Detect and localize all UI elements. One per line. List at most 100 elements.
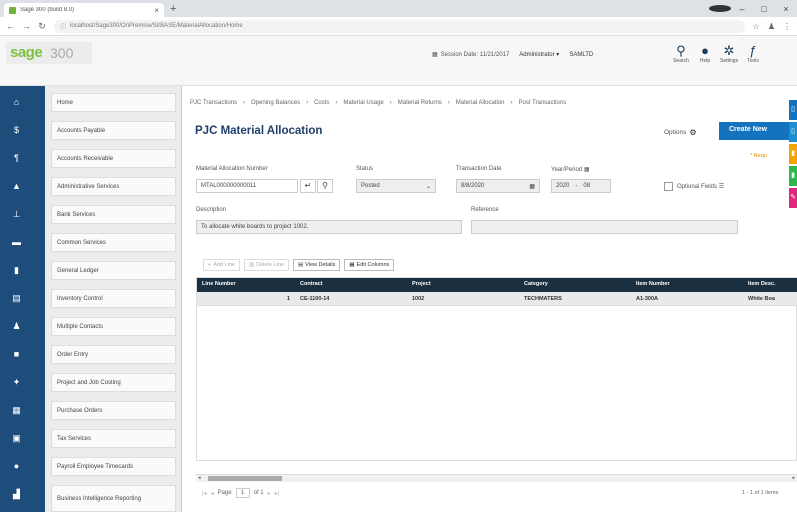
tax-icon[interactable]: ▣ (12, 434, 21, 443)
header-icon-label: Help (699, 58, 711, 64)
sidebar-item-business-intelligence-reporting[interactable]: Business Intelligence Reporting (51, 485, 176, 512)
edit-columns-button[interactable]: ▦ Edit Columns (344, 259, 395, 271)
right-tab-blue-1[interactable]: ▯ (789, 100, 797, 120)
breadcrumb-link[interactable]: PJC Transactions (190, 100, 237, 106)
breadcrumb-link[interactable]: Material Returns (398, 100, 442, 106)
table-row[interactable]: 1 CE-1100-14 1002 TECHMATERS A1-300A White Bo… (197, 292, 797, 306)
view-details-button[interactable]: ▤ View Details (292, 259, 341, 271)
tools-button[interactable]: ƒ Tools (744, 44, 762, 65)
ledger-icon[interactable]: ▮ (12, 266, 21, 275)
payable-icon[interactable]: $ (12, 126, 21, 135)
alloc-number-input[interactable]: MTAL000000000011 (196, 179, 298, 193)
year-period-input[interactable]: 2020-08 (551, 179, 611, 193)
create-new-button[interactable]: Create New (719, 122, 797, 140)
company-name[interactable]: SAMLTD (569, 52, 593, 58)
list-icon[interactable]: ☰ (719, 184, 724, 190)
sidebar-item-tax-services[interactable]: Tax Services (51, 429, 176, 448)
scrollbar-thumb[interactable] (208, 476, 282, 481)
payroll-icon[interactable]: ● (12, 462, 21, 471)
column-header[interactable]: Category (519, 278, 631, 292)
column-header[interactable]: Project (407, 278, 519, 292)
sidebar-item-common-services[interactable]: Common Services (51, 233, 176, 252)
scroll-right-icon[interactable]: ▸ (792, 475, 795, 481)
close-tab-icon[interactable]: × (154, 6, 159, 15)
horizontal-scrollbar[interactable]: ◂ ▸ (196, 474, 797, 482)
next-page-icon[interactable]: ▸ (268, 490, 271, 497)
column-header[interactable]: Contract (295, 278, 407, 292)
txn-date-input[interactable]: 8/8/2020 ▦ (456, 179, 540, 193)
maximize-button[interactable]: □ (753, 4, 775, 14)
breadcrumb-separator: › (389, 100, 392, 106)
add-line-button[interactable]: + Add Line (203, 259, 240, 271)
status-select[interactable]: Posted ⌄ (356, 179, 436, 193)
last-page-icon[interactable]: ▸| (275, 490, 280, 497)
right-tab-pink[interactable]: ✎ (789, 188, 797, 208)
forward-icon[interactable]: → (22, 21, 31, 31)
page-number-input[interactable]: 1 (235, 488, 250, 498)
sidebar-item-home[interactable]: Home (51, 93, 176, 112)
settings-button[interactable]: ✲ Settings (720, 44, 738, 65)
right-tab-green[interactable]: ▮ (789, 166, 797, 186)
back-icon[interactable]: ← (6, 21, 15, 31)
scroll-left-icon[interactable]: ◂ (198, 475, 201, 481)
bookmark-star-icon[interactable]: ☆ (753, 22, 760, 31)
prev-page-icon[interactable]: ◂ (211, 490, 214, 497)
column-header[interactable]: Item Desc. (743, 278, 797, 292)
new-tab-button[interactable]: + (170, 3, 176, 15)
breadcrumb-link[interactable]: Post Transactions (519, 100, 567, 106)
right-tab-orange[interactable]: ▮ (789, 144, 797, 164)
common-icon[interactable]: ▬ (12, 238, 21, 247)
info-icon[interactable]: ⓘ (60, 22, 66, 31)
sidebar-item-general-ledger[interactable]: General Ledger (51, 261, 176, 280)
reload-icon[interactable]: ↻ (38, 21, 46, 32)
sidebar-item-multiple-contacts[interactable]: Multiple Contacts (51, 317, 176, 336)
column-header[interactable]: Item Number (631, 278, 743, 292)
optional-fields-checkbox[interactable] (664, 182, 673, 191)
account-icon[interactable]: ♟ (768, 22, 775, 31)
browser-tab[interactable]: Sage 300 (build 8.0) × (4, 3, 164, 17)
search-button[interactable]: ⚲ Search (672, 44, 690, 65)
options-menu[interactable]: Options ⚙ (664, 128, 697, 137)
home-icon[interactable]: ⌂ (12, 98, 21, 107)
delete-line-button[interactable]: ▥ Delete Line (243, 259, 289, 271)
calendar-picker-icon[interactable]: ▦ (529, 183, 535, 190)
description-input[interactable]: To allocate white boards to project 1002… (196, 220, 462, 234)
sidebar-item-accounts-receivable[interactable]: Accounts Receivable (51, 149, 176, 168)
enter-arrow-button[interactable]: ↵ (300, 179, 316, 193)
user-menu[interactable]: Administrator ▾ (519, 51, 559, 58)
sidebar-item-order-entry[interactable]: Order Entry (51, 345, 176, 364)
admin-icon[interactable]: ▲ (12, 182, 21, 191)
sage-logo[interactable]: sage 300 (6, 42, 92, 64)
breadcrumb-link[interactable]: Material Usage (343, 100, 383, 106)
breadcrumb-link[interactable]: Costs (314, 100, 329, 106)
first-page-icon[interactable]: |◂ (202, 490, 207, 497)
project-icon[interactable]: ✦ (12, 378, 21, 387)
sidebar-item-bank-services[interactable]: Bank Services (51, 205, 176, 224)
sidebar-item-purchase-orders[interactable]: Purchase Orders (51, 401, 176, 420)
close-window-button[interactable]: × (775, 4, 797, 14)
help-button[interactable]: ● Help (696, 44, 714, 65)
sidebar-item-accounts-payable[interactable]: Accounts Payable (51, 121, 176, 140)
sidebar-item-administrative-services[interactable]: Administrative Services (51, 177, 176, 196)
bank-icon[interactable]: ⊥ (12, 210, 21, 219)
order-icon[interactable]: ■ (12, 350, 21, 359)
breadcrumb-link[interactable]: Material Allocation (456, 100, 505, 106)
bi-icon[interactable]: ▟ (12, 490, 21, 499)
finder-search-button[interactable]: ⚲ (317, 179, 333, 193)
purchase-icon[interactable]: ▦ (12, 406, 21, 415)
minimize-button[interactable]: – (731, 4, 753, 14)
receivable-icon[interactable]: ¶ (12, 154, 21, 163)
sidebar-item-payroll-employee-timecards[interactable]: Payroll Employee Timecards (51, 457, 176, 476)
column-header[interactable]: Line Number (197, 278, 295, 292)
contacts-icon[interactable]: ♟ (12, 322, 21, 331)
reference-input[interactable] (471, 220, 738, 234)
sidebar-item-inventory-control[interactable]: Inventory Control (51, 289, 176, 308)
right-tab-blue-2[interactable]: ▯ (789, 122, 797, 142)
inventory-icon[interactable]: ▤ (12, 294, 21, 303)
breadcrumb-link[interactable]: Opening Balances (251, 100, 300, 106)
url-input[interactable]: ⓘ localhost/Sage300/OnPremise/SI/BASE/Ma… (54, 19, 745, 33)
sidebar-item-project-and-job-costing[interactable]: Project and Job Costing (51, 373, 176, 392)
session-date[interactable]: ▦ Session Date: 11/21/2017 (432, 51, 509, 59)
profile-icon[interactable] (709, 4, 731, 14)
browser-menu-icon[interactable]: ⋮ (783, 22, 791, 31)
